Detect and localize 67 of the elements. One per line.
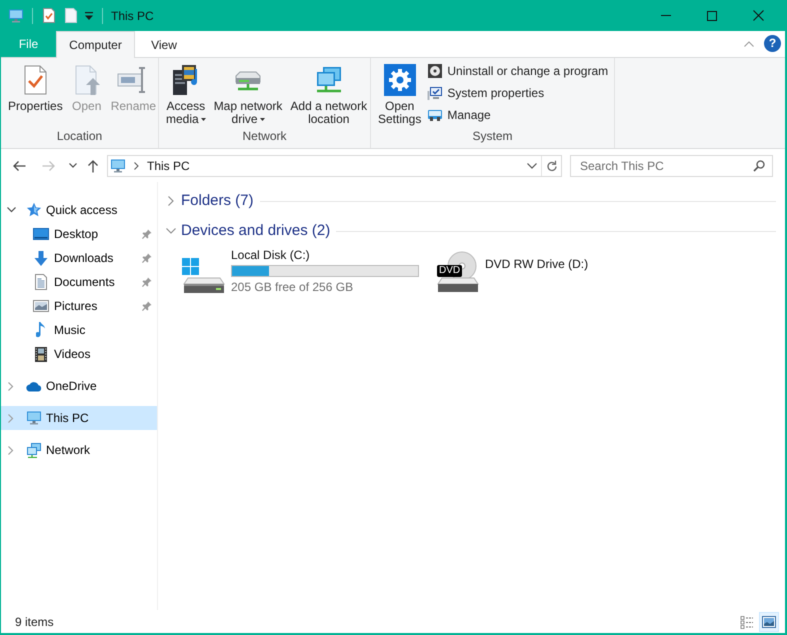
- close-icon: [752, 10, 764, 21]
- program-disc-icon: [427, 63, 444, 79]
- drive-free-space: 205 GB free of 256 GB: [231, 280, 354, 295]
- music-note-icon: [36, 322, 46, 338]
- minimize-icon: [661, 15, 671, 16]
- sidebar-item[interactable]: Desktop: [1, 222, 157, 246]
- ribbon-button[interactable]: Properties: [5, 61, 66, 115]
- forward-arrow-icon: [42, 160, 56, 172]
- network-icon: [26, 442, 42, 458]
- large-icons-view-icon: [762, 616, 776, 628]
- maximize-icon: [707, 10, 717, 20]
- details-view-icon: [740, 614, 754, 628]
- chevron-down-icon: [69, 163, 77, 168]
- desktop-icon: [33, 228, 49, 240]
- computer-icon: [26, 411, 42, 425]
- computer-check-icon: [427, 85, 444, 101]
- film-icon: [35, 346, 47, 362]
- drive-name: DVD RW Drive (D:): [485, 257, 588, 273]
- chevron-down-icon: [527, 162, 537, 168]
- drive-name: Local Disk (C:): [231, 248, 311, 263]
- search-field[interactable]: Search This PC: [570, 154, 773, 176]
- group-header[interactable]: Folders (7): [166, 191, 254, 211]
- picture-icon: [33, 300, 49, 312]
- sidebar-item[interactable]: Network: [1, 438, 157, 462]
- group-label: System: [472, 129, 512, 145]
- refresh-icon: [546, 160, 558, 172]
- large-icons-view-button[interactable]: [759, 612, 779, 632]
- dropdown-icon[interactable]: [85, 10, 93, 20]
- group-label: Location: [56, 129, 102, 145]
- sidebar-item[interactable]: Pictures: [1, 294, 157, 318]
- star-icon: [26, 202, 42, 218]
- dvd-label: DVD: [437, 265, 462, 277]
- chevron-up-icon: [744, 41, 754, 47]
- ribbon-button[interactable]: Access media: [163, 61, 209, 128]
- ribbon-button[interactable]: Open Settings: [375, 61, 424, 128]
- group-label: Network: [242, 129, 286, 145]
- address-bar[interactable]: This PC: [107, 154, 562, 176]
- ribbon-button[interactable]: System properties: [426, 83, 610, 103]
- cloud-icon: [26, 380, 42, 392]
- sidebar-item[interactable]: Quick access: [1, 198, 157, 222]
- ribbon-button[interactable]: Uninstall or change a program: [426, 61, 610, 81]
- sidebar-item[interactable]: Music: [1, 318, 157, 342]
- computer-management-icon: [427, 107, 444, 123]
- sidebar-item[interactable]: Videos: [1, 342, 157, 366]
- search-icon: [753, 160, 765, 172]
- help-button[interactable]: ?: [764, 35, 781, 52]
- window-title: This PC: [111, 8, 154, 24]
- sidebar-item[interactable]: This PC: [1, 406, 157, 430]
- computer-icon[interactable]: [8, 8, 24, 22]
- computer-icon: [110, 158, 126, 172]
- sidebar-item[interactable]: OneDrive: [1, 374, 157, 398]
- ribbon-button[interactable]: Map network drive: [210, 61, 286, 128]
- ribbon-button[interactable]: Add a network location: [287, 61, 370, 128]
- group-header[interactable]: Devices and drives (2): [166, 221, 330, 241]
- breadcrumb-item[interactable]: This PC: [145, 156, 192, 174]
- sidebar-item[interactable]: Downloads: [1, 246, 157, 270]
- back-arrow-icon: [12, 160, 26, 172]
- download-arrow-icon: [34, 250, 48, 266]
- sidebar-item[interactable]: Documents: [1, 270, 157, 294]
- document-icon: [35, 274, 47, 290]
- ribbon-button[interactable]: Manage: [426, 105, 610, 125]
- settings-icon: [384, 64, 416, 96]
- up-arrow-icon: [87, 158, 99, 172]
- document-check-icon[interactable]: [43, 8, 55, 23]
- item-count: 9 items: [15, 614, 54, 630]
- chevron-right-icon: [134, 162, 139, 170]
- ribbon-tab[interactable]: Computer: [56, 31, 135, 58]
